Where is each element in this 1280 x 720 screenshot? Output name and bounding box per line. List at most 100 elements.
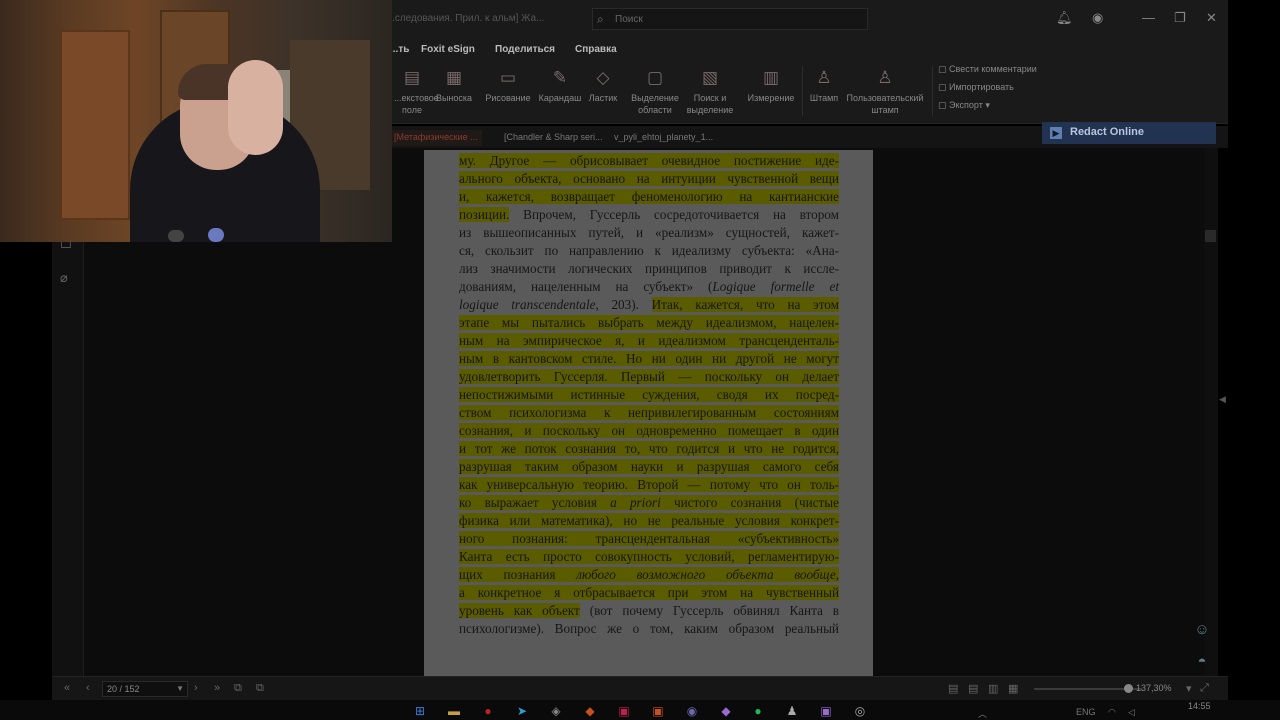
text-line[interactable]: уровень как объект (вот почему Гуссерль … bbox=[459, 602, 839, 620]
close-button[interactable]: ✕ bbox=[1206, 10, 1217, 26]
text-line[interactable]: лиз значимости логических принципов прив… bbox=[459, 260, 839, 278]
export-button[interactable]: ▢ Экспорт ▾ bbox=[938, 100, 990, 111]
text-line[interactable]: физика или математика), но не реальные у… bbox=[459, 512, 839, 530]
eraser-button[interactable]: ◇ Ластик bbox=[586, 64, 620, 104]
foxit-icon[interactable]: ▣ bbox=[650, 703, 666, 719]
text-line[interactable]: щих познания любого возможного объекта в… bbox=[459, 566, 839, 584]
stamp-button[interactable]: ♙ Штамп bbox=[806, 64, 842, 104]
text-line[interactable]: позиции. Впрочем, Гуссерль сосредоточива… bbox=[459, 206, 839, 224]
file-explorer-icon[interactable]: ▬ bbox=[446, 703, 462, 719]
text-line[interactable]: ального объекта, основано на интуиции чу… bbox=[459, 170, 839, 188]
zoom-slider-knob[interactable] bbox=[1123, 684, 1133, 693]
minimize-button[interactable]: — bbox=[1142, 10, 1155, 25]
steam-icon[interactable]: ◈ bbox=[548, 703, 564, 719]
premiere-icon[interactable]: ▣ bbox=[818, 703, 834, 719]
extract-page-icon[interactable]: ⧉ bbox=[256, 682, 264, 695]
view-mode-icon[interactable]: ⧉ bbox=[234, 682, 242, 695]
first-page-icon[interactable]: « bbox=[64, 682, 70, 694]
text-line[interactable]: психологизме). Вопрос же о том, каким об… bbox=[459, 620, 839, 638]
status-bar: « ‹ 20 / 152 ▼ › » ⧉ ⧉ ▤ ▤ ▥ ▦ 137,30% ▾… bbox=[52, 676, 1228, 700]
page-number-field[interactable]: 20 / 152 ▼ bbox=[102, 681, 188, 697]
text-line[interactable]: ством психологизма к непривилегированным… bbox=[459, 404, 839, 422]
volume-icon[interactable]: ◁ bbox=[1128, 707, 1135, 718]
app-icon-1[interactable]: ◆ bbox=[582, 703, 598, 719]
windows-start-icon[interactable]: ⊞ bbox=[412, 703, 428, 719]
highlighted-text: Канта есть просто совокупность условий, … bbox=[459, 549, 839, 564]
ai-assistant-icon[interactable]: ◓ bbox=[1188, 648, 1216, 676]
zoom-value[interactable]: 137,30% bbox=[1136, 683, 1172, 693]
text-line[interactable]: разрушая таким образом науки и разрушая … bbox=[459, 458, 839, 476]
redact-online-button[interactable]: ▶ Redact Online bbox=[1042, 122, 1216, 144]
restore-button[interactable]: ❐ bbox=[1174, 10, 1186, 26]
clock[interactable]: 14:55 bbox=[1188, 701, 1211, 711]
text-line[interactable]: му. Другое — обрисовывает очевидное пост… bbox=[459, 152, 839, 170]
text-line[interactable]: и тот же поток сознания то, что годится … bbox=[459, 440, 839, 458]
pencil-button[interactable]: ✎ Карандаш bbox=[538, 64, 582, 104]
text-line[interactable]: из вышеописанных путей, и «реализм» сущн… bbox=[459, 224, 839, 242]
wifi-icon[interactable]: ◠ bbox=[1108, 707, 1116, 718]
text-line[interactable]: как универсальную теорию. Второй — потом… bbox=[459, 476, 839, 494]
text-line[interactable]: удовлетворить Гуссерля. Первый — посколь… bbox=[459, 368, 839, 386]
single-page-icon[interactable]: ▤ bbox=[948, 682, 958, 695]
custom-stamp-button[interactable]: ♙ Пользовательский штамп bbox=[844, 64, 926, 116]
obsidian-icon[interactable]: ◆ bbox=[718, 703, 734, 719]
telegram-icon[interactable]: ➤ bbox=[514, 703, 530, 719]
text-line[interactable]: а конкретное я отбрасывается при этом на… bbox=[459, 584, 839, 602]
menu-item-comment[interactable]: ...ть bbox=[390, 44, 409, 55]
vertical-scrollbar[interactable] bbox=[1204, 148, 1218, 676]
text-line[interactable]: Канта есть просто совокупность условий, … bbox=[459, 548, 839, 566]
search-placeholder: Поиск bbox=[615, 14, 643, 25]
menu-item-help[interactable]: Справка bbox=[575, 44, 617, 55]
callout-button[interactable]: ▦ Выноска bbox=[435, 64, 473, 104]
doc-tab-metaphysics[interactable]: [Метафизические ... bbox=[390, 130, 482, 146]
zoom-dropdown-icon[interactable]: ▾ bbox=[1186, 682, 1192, 695]
opera-icon[interactable]: ● bbox=[480, 703, 496, 719]
prev-page-icon[interactable]: ‹ bbox=[86, 682, 90, 694]
merge-comments-button[interactable]: ▢ Свести комментарии bbox=[938, 64, 1037, 75]
measure-button[interactable]: ▥ Измерение bbox=[744, 64, 798, 104]
pdf-page[interactable]: му. Другое — обрисовывает очевидное пост… bbox=[424, 150, 873, 677]
search-box[interactable]: ⌕ Поиск bbox=[592, 8, 868, 30]
text-line[interactable]: и, кажется, возвращает феноменологию на … bbox=[459, 188, 839, 206]
fullscreen-icon[interactable]: ⤢ bbox=[1200, 682, 1209, 695]
text-line[interactable]: этапе мы пытались выбрать между идеализм… bbox=[459, 314, 839, 332]
app-icon-3[interactable]: ◉ bbox=[684, 703, 700, 719]
obs-icon[interactable]: ◎ bbox=[852, 703, 868, 719]
account-icon[interactable]: ◉ bbox=[1092, 10, 1103, 26]
continuous-icon[interactable]: ▤ bbox=[968, 682, 978, 695]
search-highlight-button[interactable]: ▧ Поиск и выделение bbox=[684, 64, 736, 116]
grid-view-icon[interactable]: ▦ bbox=[1008, 682, 1018, 695]
tray-chevron-icon[interactable]: ︿ bbox=[978, 707, 987, 720]
text-line[interactable]: дованиям, нацеленным на субъект» (Logiqu… bbox=[459, 278, 839, 296]
text-line[interactable]: ным на эмпирическое я, и идеализмом тран… bbox=[459, 332, 839, 350]
scrollbar-thumb[interactable] bbox=[1205, 230, 1216, 242]
doc-tab-chandler[interactable]: [Chandler & Sharp seri... bbox=[500, 130, 607, 146]
text-line[interactable]: ного познания: трансцендентальная «субъе… bbox=[459, 530, 839, 548]
facing-icon[interactable]: ▥ bbox=[988, 682, 998, 695]
text-field-button[interactable]: ▤ ...екстовое поле bbox=[394, 64, 439, 116]
next-page-icon[interactable]: › bbox=[194, 682, 198, 694]
text-line[interactable]: ко выражает условия a priori чистого соз… bbox=[459, 494, 839, 512]
text-line[interactable]: ся, скользит по направлению к идеализму … bbox=[459, 242, 839, 260]
spotify-icon[interactable]: ● bbox=[750, 703, 766, 719]
attachment-icon[interactable]: ⌀ bbox=[60, 270, 76, 286]
text-line[interactable]: непостижимыми истинные суждения, сводя и… bbox=[459, 386, 839, 404]
text-line[interactable]: сознания, и поскольку он одновременно по… bbox=[459, 422, 839, 440]
highlighted-text: Итак, кажется, что на этом bbox=[651, 297, 839, 312]
menu-item-share[interactable]: Поделиться bbox=[495, 44, 555, 55]
import-button[interactable]: ▢ Импортировать bbox=[938, 82, 1014, 93]
last-page-icon[interactable]: » bbox=[214, 682, 220, 694]
app-icon-4[interactable]: ♟ bbox=[784, 703, 800, 719]
doc-tab-planet[interactable]: v_pyli_ehtoj_planety_1... bbox=[610, 130, 717, 146]
draw-button[interactable]: ▭ Рисование bbox=[484, 64, 532, 104]
menu-item-esign[interactable]: Foxit eSign bbox=[421, 44, 475, 55]
app-icon-2[interactable]: ▣ bbox=[616, 703, 632, 719]
right-panel-toggle-icon[interactable]: ◀ bbox=[1219, 394, 1226, 405]
text-line[interactable]: ным в кантовском стиле. Но ни один ни др… bbox=[459, 350, 839, 368]
bell-icon[interactable]: 🔔︎ bbox=[1056, 10, 1073, 26]
ribbon-divider-2 bbox=[932, 66, 933, 116]
text-line[interactable]: logique transcendentale, 203). Итак, каж… bbox=[459, 296, 839, 314]
language-indicator[interactable]: ENG bbox=[1076, 707, 1096, 717]
area-highlight-button[interactable]: ▢ Выделение области bbox=[628, 64, 682, 116]
chat-assistant-icon[interactable]: ☺ bbox=[1188, 616, 1216, 644]
